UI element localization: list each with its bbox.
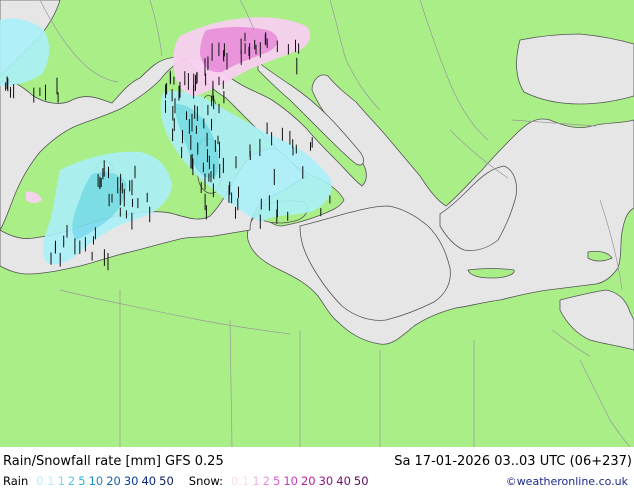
credit-link[interactable]: ©weatheronline.co.uk (506, 475, 628, 488)
legend-snow-value-0: 0.1 (231, 474, 250, 488)
legend-snow-value-3: 5 (273, 474, 281, 488)
legend-snow-value-2: 2 (262, 474, 270, 488)
legend-snow-values: 0.1 1 2 5 10 20 30 40 50 (231, 474, 371, 488)
legend-rain-value-4: 10 (88, 474, 104, 488)
legend-rain-value-0: 0.1 (36, 474, 55, 488)
legend-snow-value-6: 30 (318, 474, 334, 488)
legend-snow-value-4: 10 (283, 474, 298, 488)
legend-rain-value-8: 50 (159, 474, 174, 488)
legend-snow-value-7: 40 (336, 474, 351, 488)
run-info: Sa 17-01-2026 03..03 UTC (06+237) (394, 454, 632, 469)
legend-rain-value-2: 2 (67, 474, 76, 488)
legend-rain-value-6: 30 (123, 474, 139, 488)
precipitation-map (0, 0, 634, 447)
legend-snow-value-8: 50 (353, 474, 369, 488)
legend-snow-value-5: 20 (300, 474, 316, 488)
legend-snow-label: Snow: (188, 474, 224, 488)
legend-snow-value-1: 1 (252, 474, 260, 488)
map-title: Rain/Snowfall rate [mm] GFS 0.25 (3, 454, 224, 469)
legend: Rain 0.1 1 2 5 10 20 30 40 50 Snow: 0.1 1 2 5 10 20 30… (3, 474, 372, 488)
legend-rain-value-7: 40 (141, 474, 157, 488)
legend-rain-label: Rain (3, 474, 29, 488)
legend-rain-values: 0.1 1 2 5 10 20 30 40 50 (36, 474, 176, 488)
legend-rain-value-1: 1 (57, 474, 65, 488)
black-sea-edge (516, 33, 634, 105)
legend-rain-value-5: 20 (106, 474, 121, 488)
legend-rain-value-3: 5 (78, 474, 86, 488)
